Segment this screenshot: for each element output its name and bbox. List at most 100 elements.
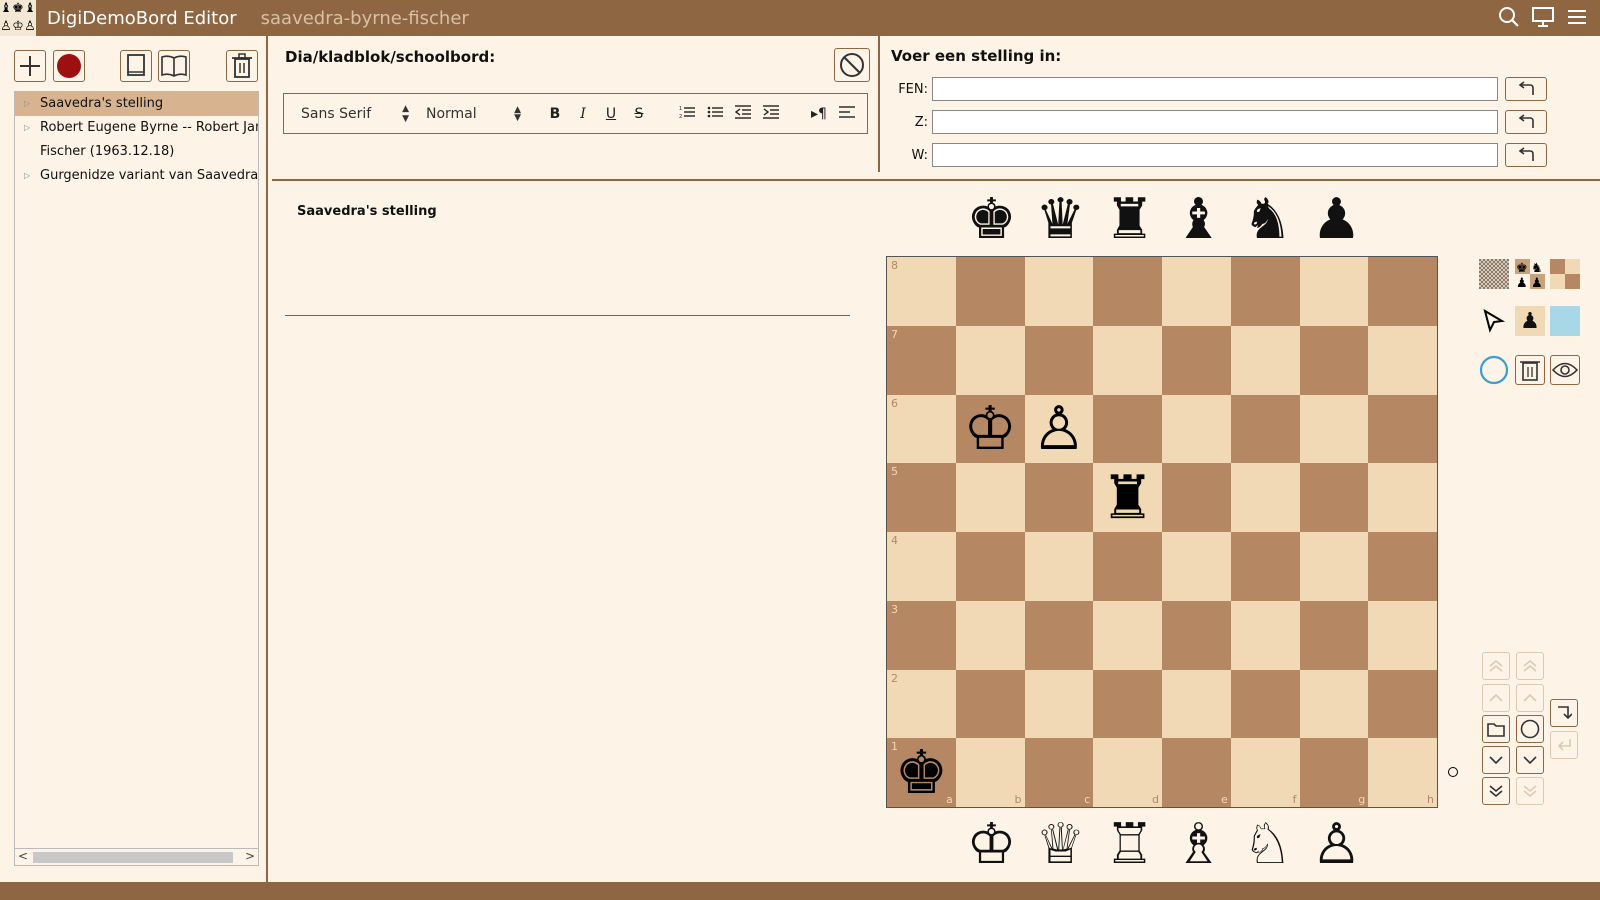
first-move-icon[interactable] <box>1482 652 1510 680</box>
size-select[interactable]: Normal ▲ ▼ <box>426 105 521 122</box>
square-f7[interactable] <box>1230 325 1300 395</box>
scrollbar-thumb[interactable] <box>33 852 233 863</box>
square-b7[interactable] <box>955 325 1025 395</box>
square-h8[interactable] <box>1368 257 1437 326</box>
last-move-icon[interactable] <box>1482 777 1510 805</box>
piece-b6[interactable]: ♔ <box>963 399 1017 459</box>
strike-button[interactable]: S <box>625 106 653 122</box>
square-a1[interactable]: 1 a ♚ <box>887 738 956 807</box>
italic-button[interactable]: I <box>569 106 597 122</box>
menu-icon[interactable] <box>1564 4 1590 30</box>
square-e7[interactable] <box>1162 325 1231 395</box>
paragraph-direction-icon[interactable]: ▸¶ <box>805 106 833 122</box>
square-d1[interactable]: d <box>1093 738 1162 807</box>
scroll-left-icon[interactable]: < <box>18 849 28 863</box>
square-h2[interactable] <box>1368 669 1437 739</box>
square-a6[interactable]: 6 <box>887 394 956 464</box>
clear-button[interactable] <box>834 48 870 82</box>
square-e6[interactable] <box>1162 394 1231 464</box>
expand-arrow-icon[interactable]: ▷ <box>24 164 30 188</box>
board-trash-icon[interactable] <box>1515 355 1545 385</box>
folder-icon[interactable] <box>1482 715 1510 743</box>
previous-variation-icon[interactable] <box>1516 684 1544 712</box>
square-d3[interactable] <box>1093 600 1162 670</box>
square-b5[interactable] <box>955 463 1025 532</box>
square-a5[interactable]: 5 <box>887 463 956 532</box>
square-h1[interactable]: h <box>1368 738 1437 807</box>
previous-move-icon[interactable] <box>1482 684 1510 712</box>
eye-icon[interactable] <box>1550 355 1580 385</box>
square-g5[interactable] <box>1299 463 1369 532</box>
square-b1[interactable]: b <box>955 738 1025 807</box>
black-knight-palette-piece[interactable]: ♞ <box>1238 190 1297 250</box>
square-h4[interactable] <box>1368 532 1437 601</box>
square-h5[interactable] <box>1368 463 1437 532</box>
indent-icon[interactable] <box>757 104 785 123</box>
last-variation-icon[interactable] <box>1516 777 1544 805</box>
book-closed-icon[interactable] <box>120 50 152 82</box>
z-apply-button[interactable] <box>1505 110 1547 134</box>
tree-item-byrne-fischer[interactable]: ▷ Robert Eugene Byrne -- Robert James <box>15 116 258 140</box>
piece-d5[interactable]: ♜ <box>1101 468 1155 528</box>
underline-button[interactable]: U <box>597 106 625 122</box>
trash-icon[interactable] <box>226 50 258 82</box>
monitor-icon[interactable] <box>1530 4 1556 30</box>
square-d5[interactable]: ♜ <box>1093 463 1162 532</box>
align-icon[interactable] <box>833 105 861 123</box>
black-king-palette-piece[interactable]: ♚ <box>962 190 1021 250</box>
square-f8[interactable] <box>1230 257 1300 326</box>
square-h3[interactable] <box>1368 600 1437 670</box>
bold-button[interactable]: B <box>541 106 569 122</box>
add-button[interactable] <box>14 50 46 82</box>
square-h7[interactable] <box>1368 325 1437 395</box>
board-colors-icon[interactable] <box>1550 259 1580 289</box>
square-d4[interactable] <box>1093 532 1162 601</box>
piece-tool-icon[interactable]: ♟ <box>1515 306 1545 336</box>
square-b6[interactable]: ♔ <box>955 394 1025 464</box>
bullet-list-icon[interactable] <box>701 105 729 123</box>
font-select[interactable]: Sans Serif ▲ ▼ <box>301 104 409 124</box>
square-e5[interactable] <box>1162 463 1231 532</box>
square-a4[interactable]: 4 <box>887 532 956 601</box>
expand-arrow-icon[interactable]: ▷ <box>24 92 30 116</box>
square-e8[interactable] <box>1162 257 1231 326</box>
next-variation-icon[interactable] <box>1516 746 1544 774</box>
square-h6[interactable] <box>1368 394 1437 464</box>
board-texture-icon[interactable] <box>1479 259 1509 289</box>
square-f4[interactable] <box>1230 532 1300 601</box>
z-input[interactable] <box>932 110 1498 134</box>
white-king-palette-piece[interactable]: ♔ <box>962 815 1021 875</box>
square-c4[interactable] <box>1024 532 1094 601</box>
square-d6[interactable] <box>1093 394 1162 464</box>
square-c3[interactable] <box>1024 600 1094 670</box>
outdent-icon[interactable] <box>729 104 757 123</box>
circle-button-icon[interactable] <box>1516 715 1544 743</box>
square-d7[interactable] <box>1093 325 1162 395</box>
piece-c6[interactable]: ♙ <box>1032 399 1086 459</box>
square-d8[interactable] <box>1093 257 1162 326</box>
square-c6[interactable]: ♙ <box>1024 394 1094 464</box>
first-variation-icon[interactable] <box>1516 652 1544 680</box>
square-g1[interactable]: g <box>1299 738 1369 807</box>
tree-item-byrne-fischer-continuation[interactable]: Fischer (1963.12.18) <box>15 140 258 164</box>
tree-item-saavedra[interactable]: ▷ Saavedra's stelling <box>15 92 258 116</box>
square-f6[interactable] <box>1230 394 1300 464</box>
pointer-icon[interactable] <box>1479 306 1509 336</box>
exit-variation-icon[interactable] <box>1550 731 1578 759</box>
expand-arrow-icon[interactable]: ▷ <box>24 116 30 140</box>
square-b2[interactable] <box>955 669 1025 739</box>
square-c1[interactable]: c <box>1024 738 1094 807</box>
white-bishop-palette-piece[interactable]: ♗ <box>1169 815 1228 875</box>
fen-input[interactable] <box>932 77 1498 101</box>
square-g4[interactable] <box>1299 532 1369 601</box>
tree-item-gurgenidze[interactable]: ▷ Gurgenidze variant van Saavedra <box>15 164 258 188</box>
white-knight-palette-piece[interactable]: ♘ <box>1238 815 1297 875</box>
square-a7[interactable]: 7 <box>887 325 956 395</box>
piece-a1[interactable]: ♚ <box>894 743 948 803</box>
square-a2[interactable]: 2 <box>887 669 956 739</box>
circle-tool-icon[interactable] <box>1479 355 1509 385</box>
square-e4[interactable] <box>1162 532 1231 601</box>
fen-apply-button[interactable] <box>1505 77 1547 101</box>
square-f3[interactable] <box>1230 600 1300 670</box>
square-a8[interactable]: 8 <box>887 257 956 326</box>
